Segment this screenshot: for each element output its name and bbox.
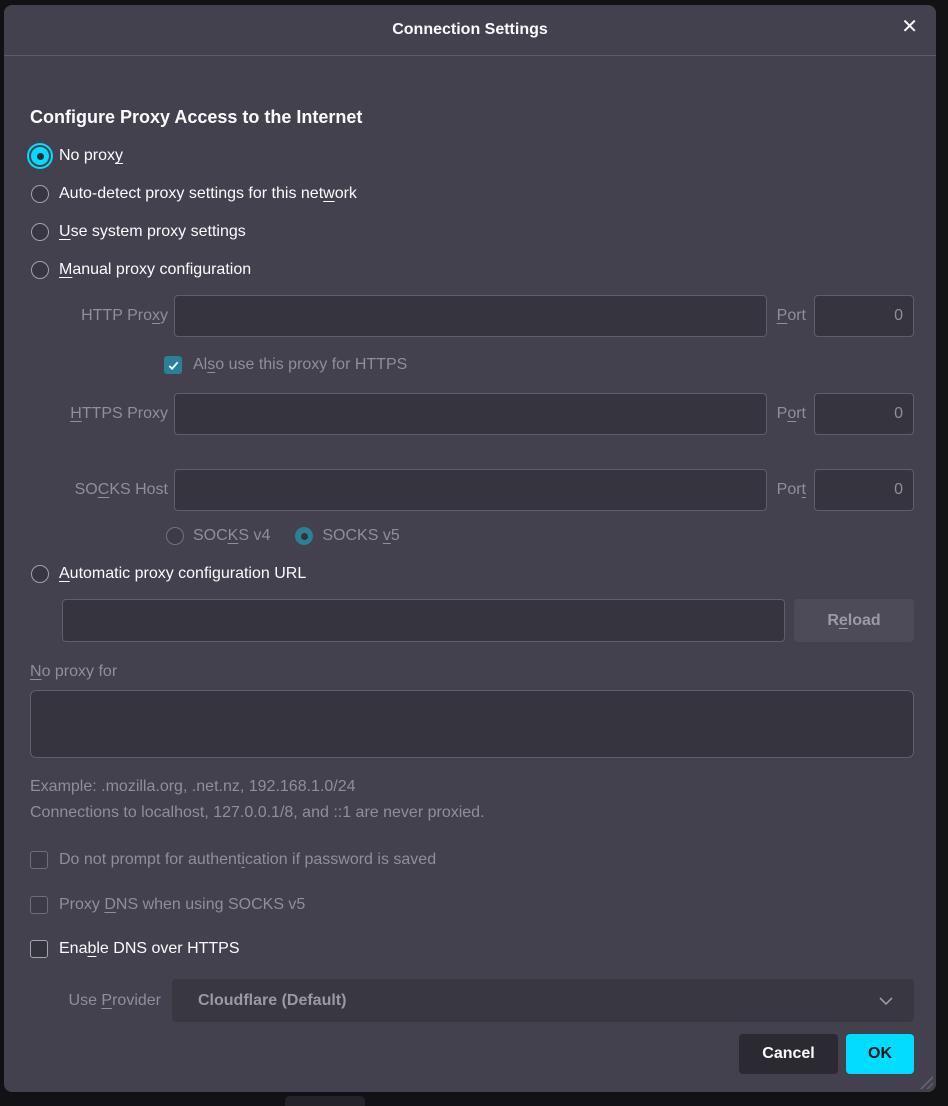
socks-host-input[interactable] <box>174 469 767 511</box>
also-https-label[interactable]: Also use this proxy for HTTPS <box>193 356 407 374</box>
auto-url-input[interactable] <box>62 599 785 642</box>
connection-settings-dialog: Connection Settings ✕ Configure Proxy Ac… <box>4 5 936 1092</box>
page-title: Configure Proxy Access to the Internet <box>30 106 914 128</box>
https-port-input[interactable] <box>814 393 914 435</box>
no-proxy-radio[interactable] <box>31 147 49 165</box>
http-proxy-row: HTTP Proxy Port <box>30 295 914 337</box>
provider-selected-value: Cloudflare (Default) <box>198 992 346 1010</box>
ok-button[interactable]: OK <box>846 1034 914 1074</box>
system-proxy-radio-label[interactable]: Use system proxy settings <box>59 223 246 241</box>
enable-doh-label[interactable]: Enable DNS over HTTPS <box>59 940 240 958</box>
radio-row-auto-detect: Auto-detect proxy settings for this netw… <box>30 180 914 208</box>
provider-select[interactable]: Cloudflare (Default) <box>172 979 914 1022</box>
proxy-mode-radio-group: No proxy Auto-detect proxy settings for … <box>30 142 914 284</box>
no-proxy-radio-label[interactable]: No proxy <box>59 147 123 165</box>
manual-proxy-radio[interactable] <box>31 261 49 279</box>
auto-url-row: Reload <box>30 599 914 642</box>
socks-v4-option: SOCKS v4 <box>165 527 270 545</box>
also-https-checkbox[interactable] <box>164 356 182 374</box>
proxy-dns-socks5-checkbox[interactable] <box>30 896 48 914</box>
doh-provider-row: Use Provider Cloudflare (Default) <box>30 979 914 1022</box>
proxy-dns-socks5-label[interactable]: Proxy DNS when using SOCKS v5 <box>59 896 305 914</box>
background-window-element <box>285 1096 365 1106</box>
socks-v4-radio[interactable] <box>166 527 184 545</box>
radio-row-auto-url: Automatic proxy configuration URL <box>30 560 914 588</box>
checkmark-icon <box>167 359 180 372</box>
socks-version-row: SOCKS v4 SOCKS v5 <box>165 527 914 545</box>
auto-url-radio[interactable] <box>31 565 49 583</box>
dialog-action-buttons: Cancel OK <box>30 1034 914 1074</box>
http-port-input[interactable] <box>814 295 914 337</box>
system-proxy-radio[interactable] <box>31 223 49 241</box>
socks-v5-label[interactable]: SOCKS v5 <box>322 527 399 545</box>
enable-doh-row: Enable DNS over HTTPS <box>30 940 914 958</box>
no-proxy-for-label: No proxy for <box>30 663 914 681</box>
use-provider-label: Use Provider <box>30 992 161 1010</box>
no-proxy-example-text: Example: .mozilla.org, .net.nz, 192.168.… <box>30 777 914 797</box>
no-prompt-auth-label[interactable]: Do not prompt for authentication if pass… <box>59 851 436 869</box>
reload-button[interactable]: Reload <box>794 599 914 642</box>
radio-dot <box>301 533 308 540</box>
socks-port-label: Port <box>777 481 806 499</box>
auto-detect-radio-label[interactable]: Auto-detect proxy settings for this netw… <box>59 185 357 203</box>
socks-host-label: SOCKS Host <box>30 481 168 499</box>
http-proxy-label: HTTP Proxy <box>30 307 168 325</box>
https-proxy-row: HTTPS Proxy Port <box>30 393 914 435</box>
radio-row-manual-proxy: Manual proxy configuration <box>30 256 914 284</box>
resize-grip[interactable] <box>918 1074 933 1089</box>
localhost-note-text: Connections to localhost, 127.0.0.1/8, a… <box>30 803 914 823</box>
radio-row-no-proxy: No proxy <box>30 142 914 170</box>
http-proxy-input[interactable] <box>174 295 767 337</box>
socks-port-input[interactable] <box>814 469 914 511</box>
cancel-button[interactable]: Cancel <box>739 1034 838 1074</box>
socks-v5-radio[interactable] <box>295 527 313 545</box>
dialog-title: Connection Settings <box>392 21 548 39</box>
also-https-row: Also use this proxy for HTTPS <box>164 356 914 374</box>
close-icon[interactable]: ✕ <box>901 17 918 37</box>
radio-row-system-proxy: Use system proxy settings <box>30 218 914 246</box>
enable-doh-checkbox[interactable] <box>30 940 48 958</box>
no-proxy-for-textarea[interactable] <box>30 690 914 758</box>
http-port-label: Port <box>777 307 806 325</box>
chevron-down-icon <box>878 996 894 1006</box>
dialog-titlebar: Connection Settings ✕ <box>4 5 936 56</box>
socks-v4-label[interactable]: SOCKS v4 <box>193 527 270 545</box>
socks-v5-option: SOCKS v5 <box>294 527 399 545</box>
socks-host-row: SOCKS Host Port <box>30 469 914 511</box>
https-port-label: Port <box>777 405 806 423</box>
no-prompt-auth-row: Do not prompt for authentication if pass… <box>30 851 914 869</box>
screen-background: Connection Settings ✕ Configure Proxy Ac… <box>0 0 948 1106</box>
manual-proxy-radio-label[interactable]: Manual proxy configuration <box>59 261 251 279</box>
https-proxy-label: HTTPS Proxy <box>30 405 168 423</box>
radio-dot <box>37 153 44 160</box>
proxy-dns-socks5-row: Proxy DNS when using SOCKS v5 <box>30 896 914 914</box>
https-proxy-input[interactable] <box>174 393 767 435</box>
dialog-body: Configure Proxy Access to the Internet N… <box>4 106 936 1074</box>
auto-detect-radio[interactable] <box>31 185 49 203</box>
auto-url-radio-label[interactable]: Automatic proxy configuration URL <box>59 565 306 583</box>
no-prompt-auth-checkbox[interactable] <box>30 851 48 869</box>
